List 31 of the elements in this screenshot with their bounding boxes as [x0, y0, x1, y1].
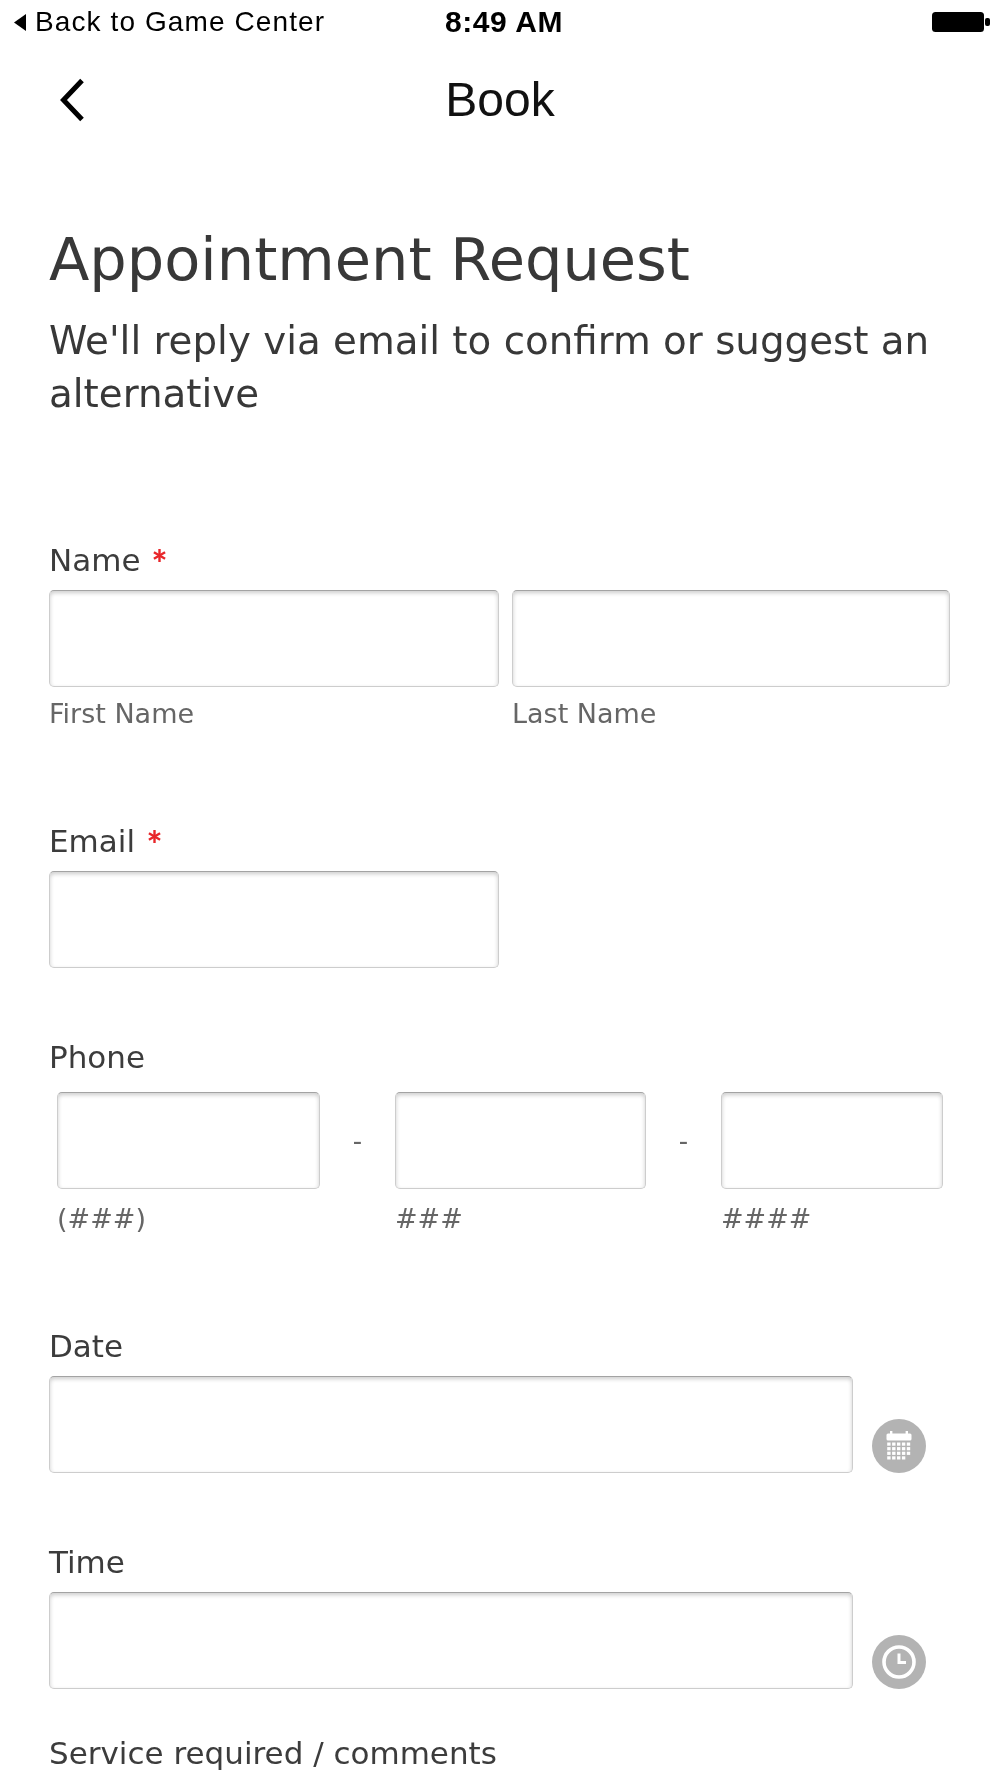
input-sublabel: #### — [721, 1202, 812, 1236]
phone-separator: - — [678, 1125, 689, 1156]
field-label: Service required / comments — [49, 1734, 497, 1773]
field-label: Phone — [49, 1038, 146, 1077]
battery-icon — [932, 12, 990, 32]
input-sublabel: ### — [395, 1202, 463, 1236]
input-field[interactable] — [395, 1092, 646, 1189]
form-title: Appointment Request — [49, 224, 691, 296]
input-field[interactable] — [49, 1592, 853, 1689]
chevron-left-icon[interactable] — [59, 78, 85, 122]
input-field[interactable] — [49, 590, 499, 687]
field-label: Email — [49, 822, 135, 861]
status-time: 8:49 AM — [444, 5, 564, 39]
input-field[interactable] — [512, 590, 950, 687]
field-label: Name — [49, 541, 141, 580]
field-label: Date — [49, 1327, 124, 1366]
field-label: Time — [49, 1543, 125, 1582]
input-sublabel: First Name — [49, 697, 195, 731]
form-subtitle: We'll reply via email to confirm or suggest an alternative — [49, 317, 931, 418]
back-link[interactable]: Back to Game Center — [14, 6, 326, 38]
clock-icon[interactable] — [872, 1635, 926, 1689]
input-field[interactable] — [721, 1092, 943, 1189]
input-sublabel: Last Name — [512, 697, 657, 731]
triangle-left-icon — [14, 13, 26, 31]
input-field[interactable] — [57, 1092, 320, 1189]
calendar-icon[interactable] — [872, 1419, 926, 1473]
phone-separator: - — [352, 1125, 363, 1156]
nav-title: Book — [445, 72, 555, 128]
input-field[interactable] — [49, 871, 499, 968]
input-sublabel: (###) — [57, 1202, 146, 1236]
input-field[interactable] — [49, 1376, 853, 1473]
